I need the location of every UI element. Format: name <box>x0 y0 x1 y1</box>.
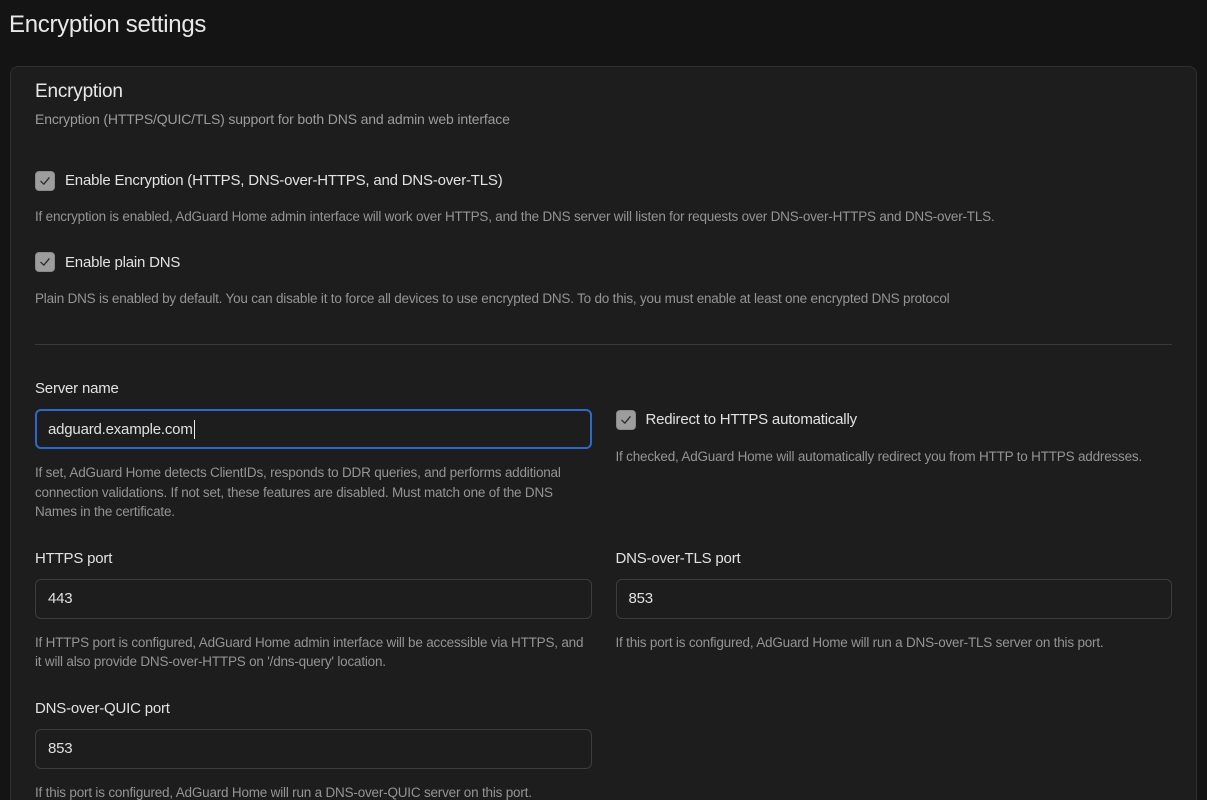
enable-encryption-label: Enable Encryption (HTTPS, DNS-over-HTTPS… <box>65 170 503 191</box>
encryption-settings-page: Encryption settings Encryption Encryptio… <box>0 0 1207 800</box>
dns-over-tls-port-help: If this port is configured, AdGuard Home… <box>616 633 1173 653</box>
dns-over-tls-port-label: DNS-over-TLS port <box>616 548 1173 569</box>
server-name-help: If set, AdGuard Home detects ClientIDs, … <box>35 463 592 522</box>
global-toggles-section: Enable Encryption (HTTPS, DNS-over-HTTPS… <box>35 170 1172 308</box>
card-subtitle: Encryption (HTTPS/QUIC/TLS) support for … <box>35 109 1172 129</box>
form-row-3: DNS-over-QUIC port If this port is confi… <box>35 698 1172 800</box>
checkbox-checked-icon[interactable] <box>616 410 636 430</box>
redirect-https-help: If checked, AdGuard Home will automatica… <box>616 447 1173 467</box>
enable-plain-dns-checkbox[interactable]: Enable plain DNS <box>35 252 1172 273</box>
server-name-value: adguard.example.com <box>48 421 193 438</box>
dns-over-tls-port-field: DNS-over-TLS port If this port is config… <box>616 548 1173 672</box>
encryption-card: Encryption Encryption (HTTPS/QUIC/TLS) s… <box>10 66 1197 800</box>
checkmark-icon <box>38 174 52 188</box>
checkbox-checked-icon[interactable] <box>35 252 55 272</box>
enable-encryption-checkbox[interactable]: Enable Encryption (HTTPS, DNS-over-HTTPS… <box>35 170 1172 191</box>
https-port-input[interactable] <box>35 579 592 619</box>
checkbox-checked-icon[interactable] <box>35 171 55 191</box>
redirect-https-checkbox[interactable]: Redirect to HTTPS automatically <box>616 409 1173 430</box>
server-name-field: Server name adguard.example.com If set, … <box>35 378 592 522</box>
section-divider <box>35 344 1172 345</box>
server-name-label: Server name <box>35 378 592 399</box>
enable-encryption-help: If encryption is enabled, AdGuard Home a… <box>35 207 1172 227</box>
dns-over-quic-port-field: DNS-over-QUIC port If this port is confi… <box>35 698 592 800</box>
checkmark-icon <box>619 413 633 427</box>
form-row-1: Server name adguard.example.com If set, … <box>35 378 1172 522</box>
dns-over-quic-port-input[interactable] <box>35 729 592 769</box>
enable-plain-dns-label: Enable plain DNS <box>65 252 180 273</box>
checkmark-icon <box>38 255 52 269</box>
empty-cell <box>616 698 1173 800</box>
dns-over-tls-port-input[interactable] <box>616 579 1173 619</box>
https-port-field: HTTPS port If HTTPS port is configured, … <box>35 548 592 672</box>
https-port-label: HTTPS port <box>35 548 592 569</box>
card-title: Encryption <box>35 78 1172 105</box>
card-header: Encryption Encryption (HTTPS/QUIC/TLS) s… <box>35 78 1172 129</box>
server-name-input[interactable]: adguard.example.com <box>35 409 592 449</box>
redirect-https-field: Redirect to HTTPS automatically If check… <box>616 378 1173 522</box>
text-caret <box>194 420 196 439</box>
page-title: Encryption settings <box>8 8 1197 41</box>
form-row-2: HTTPS port If HTTPS port is configured, … <box>35 548 1172 672</box>
dns-over-quic-port-help: If this port is configured, AdGuard Home… <box>35 783 592 800</box>
redirect-https-label: Redirect to HTTPS automatically <box>646 409 857 430</box>
https-port-help: If HTTPS port is configured, AdGuard Hom… <box>35 633 592 672</box>
dns-over-quic-port-label: DNS-over-QUIC port <box>35 698 592 719</box>
enable-plain-dns-help: Plain DNS is enabled by default. You can… <box>35 289 1172 309</box>
